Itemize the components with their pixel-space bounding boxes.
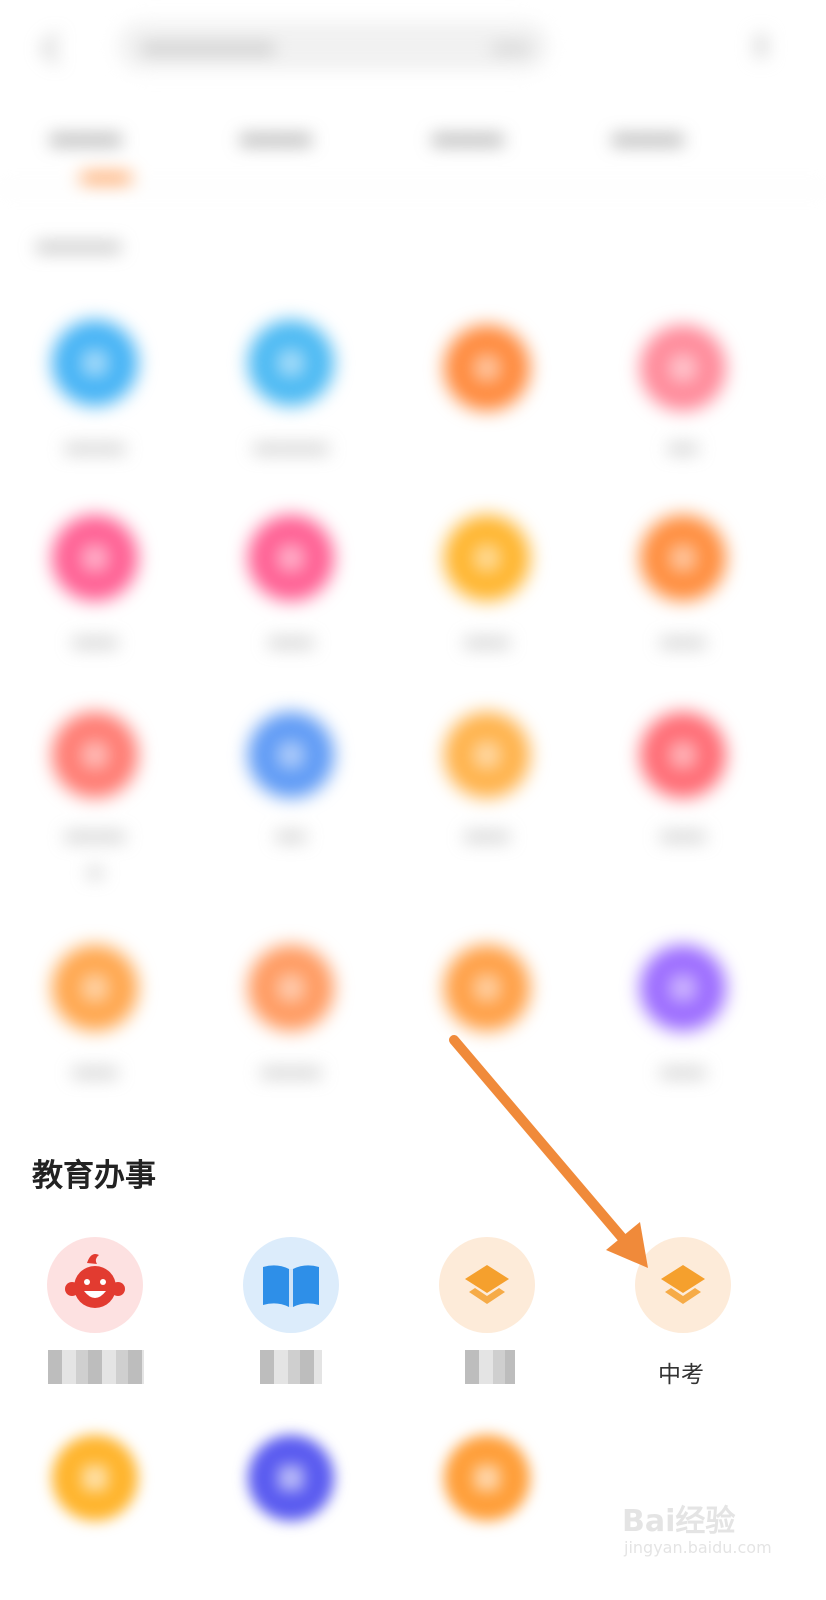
service-item-1[interactable]	[47, 1237, 143, 1333]
watermark: Bai经验 jingyan.baidu.com	[614, 1490, 814, 1570]
service-item-label: 中考	[658, 1362, 704, 1388]
blurred-label: ▬▬▬	[660, 826, 706, 845]
blurred-section-title: ▬▬▬▬▬	[36, 236, 122, 257]
blurred-service-icon[interactable]	[444, 325, 530, 411]
blurred-service-icon[interactable]	[444, 712, 530, 798]
blurred-service-icon[interactable]	[248, 320, 334, 406]
blurred-service-icon[interactable]	[248, 515, 334, 601]
blurred-service-icon[interactable]	[248, 1435, 334, 1521]
open-book-icon	[263, 1265, 319, 1307]
blurred-label: ▬▬▬▬	[64, 826, 126, 845]
blurred-service-icon[interactable]	[640, 325, 726, 411]
search-bar[interactable]: ▬▬▬▬▬▬▬ ▬▬	[118, 22, 548, 70]
blurred-service-icon[interactable]	[248, 945, 334, 1031]
blurred-label: ▬▬▬	[464, 826, 510, 845]
blurred-label: ▬▬	[667, 438, 699, 457]
blurred-service-icon[interactable]	[444, 1435, 530, 1521]
blurred-label: ▬▬▬	[72, 1062, 118, 1081]
blurred-service-icon[interactable]	[52, 712, 138, 798]
blurred-service-icon[interactable]	[52, 320, 138, 406]
blurred-service-icon[interactable]	[640, 712, 726, 798]
tab-bar: ▬▬▬▬ ▬▬▬▬ ▬▬▬▬ ▬▬▬▬	[0, 118, 826, 190]
pixelated-label	[465, 1350, 515, 1384]
service-item-zhongkao[interactable]	[635, 1237, 731, 1333]
blurred-label: ▬▬▬▬	[260, 1062, 322, 1081]
blurred-label: ▬▬	[275, 826, 307, 845]
blurred-service-icon[interactable]	[248, 712, 334, 798]
pixelated-label	[260, 1350, 322, 1384]
back-icon[interactable]	[41, 33, 72, 64]
tab-1[interactable]: ▬▬▬▬	[50, 128, 122, 150]
tab-3[interactable]: ▬▬▬▬	[432, 128, 504, 150]
pixelated-label	[48, 1350, 144, 1384]
more-icon[interactable]	[756, 34, 766, 58]
service-item-2[interactable]	[243, 1237, 339, 1333]
search-placeholder: ▬▬▬▬▬▬▬	[142, 35, 275, 59]
section-title-education: 教育办事	[32, 1158, 156, 1194]
blurred-label: ▬▬▬	[72, 632, 118, 651]
search-button[interactable]: ▬▬	[492, 35, 530, 59]
blurred-label: ▬▬▬	[464, 632, 510, 651]
baby-face-icon	[65, 1254, 125, 1308]
blurred-label: ▬▬▬	[660, 1062, 706, 1081]
blurred-upper-area: ▬▬▬▬▬▬▬ ▬▬ ▬▬▬▬ ▬▬▬▬ ▬▬▬▬ ▬▬▬▬ ▬▬▬▬▬ ▬▬▬…	[0, 0, 826, 1110]
blurred-service-icon[interactable]	[640, 945, 726, 1031]
service-item-3[interactable]	[439, 1237, 535, 1333]
blurred-service-icon[interactable]	[52, 515, 138, 601]
tab-indicator	[80, 174, 132, 182]
blurred-service-icon[interactable]	[52, 945, 138, 1031]
blurred-label: ▬▬▬	[660, 632, 706, 651]
blurred-label: ▬▬▬	[268, 632, 314, 651]
blurred-label: ▬▬▬▬▬	[253, 438, 329, 457]
blurred-label: ▬	[87, 862, 103, 881]
tab-2[interactable]: ▬▬▬▬	[240, 128, 312, 150]
tab-4[interactable]: ▬▬▬▬	[612, 128, 684, 150]
layers-icon	[465, 1265, 509, 1304]
blurred-service-icon[interactable]	[444, 945, 530, 1031]
watermark-brand: Bai经验	[622, 1504, 736, 1539]
watermark-domain: jingyan.baidu.com	[624, 1538, 772, 1557]
blurred-service-icon[interactable]	[444, 515, 530, 601]
top-bar: ▬▬▬▬▬▬▬ ▬▬	[0, 0, 826, 100]
blurred-label: ▬▬▬▬	[64, 438, 126, 457]
layers-icon	[661, 1265, 705, 1304]
blurred-service-icon[interactable]	[640, 515, 726, 601]
blurred-service-icon[interactable]	[52, 1435, 138, 1521]
